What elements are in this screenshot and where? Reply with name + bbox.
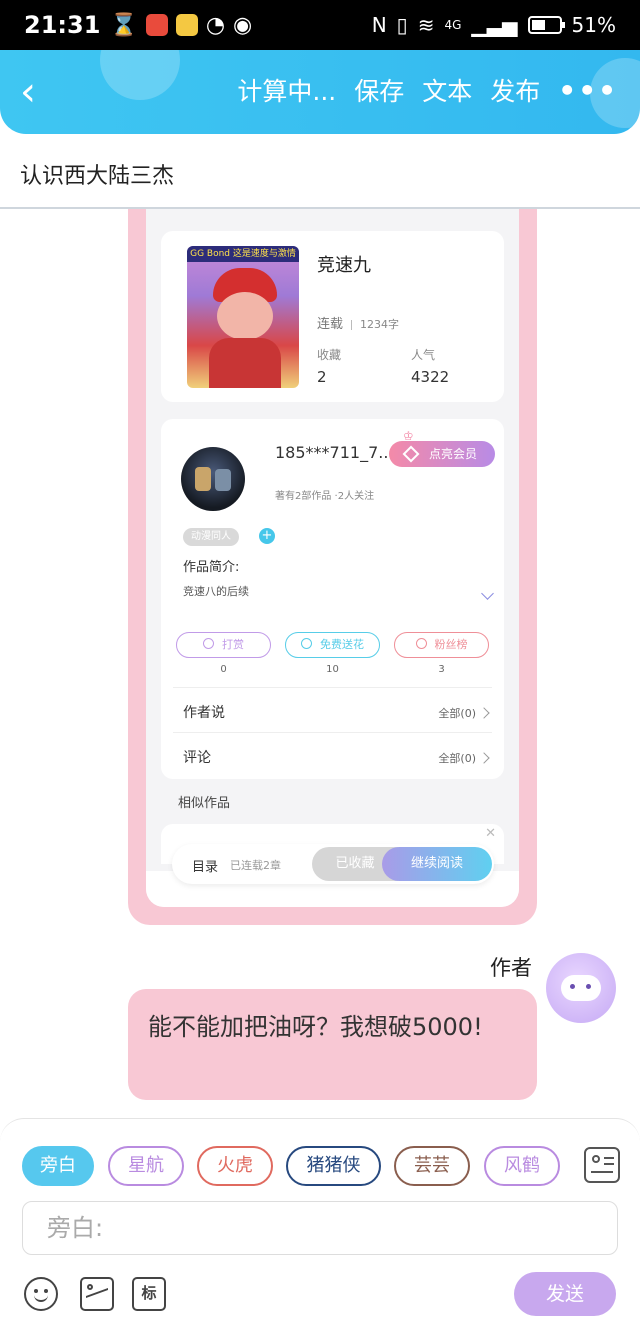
author-card: 185***711_7... ♔ 点亮会员 著有2部作品 ·2人关注 动漫同人 … xyxy=(161,419,504,779)
decor-bubble xyxy=(100,50,180,100)
vibrate-icon: ▯ xyxy=(396,13,408,37)
save-button[interactable]: 保存 xyxy=(354,72,404,108)
chevron-right-icon[interactable] xyxy=(478,752,490,764)
weibo-icon xyxy=(145,14,168,36)
image-icon[interactable] xyxy=(80,1277,114,1311)
book-title: 竞速九 xyxy=(317,255,371,276)
network-type: 4G xyxy=(444,18,462,32)
coin-icon xyxy=(203,638,214,649)
text-button[interactable]: 文本 xyxy=(422,72,472,108)
author-name[interactable]: 185***711_7... xyxy=(275,443,394,462)
speaker-name: 作者 xyxy=(490,956,532,980)
chat-message-bubble[interactable]: 能不能加把油呀？我想破5000! xyxy=(128,989,537,1100)
chapter-count: 已连载2章 xyxy=(230,859,281,872)
author-says-label[interactable]: 作者说 xyxy=(183,702,225,722)
eye-icon: ◉ xyxy=(233,12,253,38)
send-button[interactable]: 发送 xyxy=(514,1272,616,1316)
add-tag-icon[interactable]: + xyxy=(259,528,275,544)
signal-icon: ▁▃▅ xyxy=(471,13,518,37)
stat-value-popularity: 4322 xyxy=(411,368,450,386)
phone-preview: GG Bond 这是速度与激情 竞速九 连载 1234字 收藏 2 人气 4322… xyxy=(128,209,537,925)
continue-reading-button[interactable]: 继续阅读 xyxy=(382,847,492,881)
intro-text: 竞速八的后续 xyxy=(183,585,249,598)
close-icon[interactable]: ✕ xyxy=(485,826,496,841)
top-app-bar: ‹ 计算中... 保存 文本 发布 ••• xyxy=(0,50,640,134)
chevron-down-icon[interactable] xyxy=(481,587,494,600)
app-notification-icon xyxy=(175,14,198,36)
vip-badge-button[interactable]: 点亮会员 xyxy=(389,441,495,467)
role-chip-narrator[interactable]: 旁白 xyxy=(22,1146,94,1186)
stat-value-favorites: 2 xyxy=(317,368,327,386)
comments-label[interactable]: 评论 xyxy=(183,747,211,767)
fan-rank-button[interactable]: 粉丝榜 xyxy=(394,632,489,658)
document-title: 认识西大陆三杰 xyxy=(20,164,175,189)
role-card-icon[interactable] xyxy=(584,1147,620,1183)
battery-percent: 51% xyxy=(571,13,616,37)
divider xyxy=(173,732,492,733)
role-chip-yunyun[interactable]: 芸芸 xyxy=(394,1146,470,1186)
role-chip-xinghang[interactable]: 星航 xyxy=(108,1146,184,1186)
hourglass-icon: ⌛ xyxy=(110,12,138,38)
message-input[interactable]: 旁白: xyxy=(22,1201,618,1255)
back-arrow-icon[interactable]: ‹ xyxy=(20,72,60,112)
fan-count: 3 xyxy=(438,664,445,675)
author-meta: 著有2部作品 ·2人关注 xyxy=(275,491,375,502)
tip-button[interactable]: 打赏 xyxy=(176,632,271,658)
flower-icon xyxy=(301,638,312,649)
similar-works-label: 相似作品 xyxy=(178,796,231,811)
publish-button[interactable]: 发布 xyxy=(490,72,540,108)
author-says-count[interactable]: 全部(0) xyxy=(438,705,476,721)
battery-icon xyxy=(527,16,565,34)
stat-label-popularity: 人气 xyxy=(411,348,436,362)
book-info-card: GG Bond 这是速度与激情 竞速九 连载 1234字 收藏 2 人气 4322 xyxy=(161,231,504,402)
status-time: 21:31 xyxy=(24,11,101,39)
nfc-icon: N xyxy=(371,13,387,37)
author-avatar[interactable] xyxy=(181,447,245,511)
chevron-right-icon[interactable] xyxy=(478,707,490,719)
reader-bottom-bar: 目录 已连载2章 已收藏 继续阅读 xyxy=(172,844,494,884)
calculating-status: 计算中... xyxy=(237,77,337,106)
send-flower-button[interactable]: 免费送花 xyxy=(285,632,380,658)
input-panel: 旁白 星航 火虎 猪猪侠 芸芸 风鹤 旁白: 标 发送 xyxy=(0,1118,640,1331)
book-status: 连载 1234字 xyxy=(317,317,400,332)
status-bar: 21:31 ⌛ ◔ ◉ N ▯ ≋ 4G ▁▃▅ 51% xyxy=(0,0,640,50)
speaker-avatar[interactable] xyxy=(546,953,616,1023)
role-chip-fenghe[interactable]: 风鹤 xyxy=(484,1146,560,1186)
speedometer-icon: ◔ xyxy=(205,12,226,38)
emoji-icon[interactable] xyxy=(24,1277,58,1311)
tip-count: 0 xyxy=(220,664,227,675)
diamond-icon xyxy=(402,445,420,463)
notification-icons: ⌛ ◔ ◉ xyxy=(110,13,252,38)
comments-count[interactable]: 全部(0) xyxy=(438,750,476,766)
flower-count: 10 xyxy=(326,664,339,675)
wifi-icon: ≋ xyxy=(417,13,435,37)
role-chip-zhuzhuxia[interactable]: 猪猪侠 xyxy=(286,1146,381,1186)
category-tag: 动漫同人 xyxy=(183,528,239,546)
divider xyxy=(173,687,492,688)
catalog-button[interactable]: 目录 xyxy=(192,856,218,875)
cover-caption: GG Bond 这是速度与激情 xyxy=(187,246,299,262)
word-count: 1234字 xyxy=(360,318,400,331)
more-icon[interactable]: ••• xyxy=(558,74,618,107)
book-cover-image: GG Bond 这是速度与激情 xyxy=(187,246,299,388)
stat-label-favorites: 收藏 xyxy=(317,348,342,362)
intro-label: 作品简介: xyxy=(183,560,240,575)
role-chip-huohu[interactable]: 火虎 xyxy=(197,1146,273,1186)
tag-icon[interactable]: 标 xyxy=(132,1277,166,1311)
user-icon xyxy=(415,638,427,649)
